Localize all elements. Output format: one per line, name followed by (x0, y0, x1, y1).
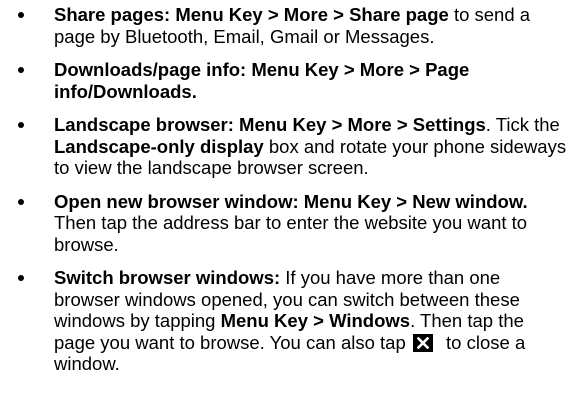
item-bold-text-2: Landscape-only display (54, 135, 264, 157)
bullet-dot (18, 67, 24, 73)
bullet-list: Share pages: Menu Key > More > Share pag… (12, 4, 568, 375)
item-text: . Tick the (485, 114, 560, 135)
bullet-dot (18, 198, 24, 205)
item-text: Then tap the address bar to enter the we… (54, 212, 528, 255)
item-bold-text: Open new browser window: Menu Key > New … (54, 190, 528, 212)
list-item-share-pages: Share pages: Menu Key > More > Share pag… (12, 4, 568, 47)
item-bold-text-2: Menu Key > Windows (220, 310, 411, 331)
bullet-dot (18, 275, 24, 281)
list-item-downloads: Downloads/page info: Menu Key > More > P… (12, 59, 568, 102)
item-bold-text: Downloads/page info: Menu Key > More > P… (54, 59, 470, 102)
bullet-dot (18, 122, 24, 128)
list-item-landscape: Landscape browser: Menu Key > More > Set… (12, 114, 568, 179)
item-bold-text: Landscape browser: Menu Key > More > Set… (54, 114, 486, 135)
bullet-dot (18, 12, 24, 18)
item-bold-text: Switch browser windows: (54, 267, 281, 288)
item-bold-text: Share pages: Menu Key > More > Share pag… (54, 4, 449, 25)
close-icon (412, 333, 433, 352)
list-item-new-window: Open new browser window: Menu Key > New … (12, 191, 568, 256)
list-item-switch-windows: Switch browser windows: If you have more… (12, 267, 568, 375)
document-page: Share pages: Menu Key > More > Share pag… (0, 0, 582, 405)
